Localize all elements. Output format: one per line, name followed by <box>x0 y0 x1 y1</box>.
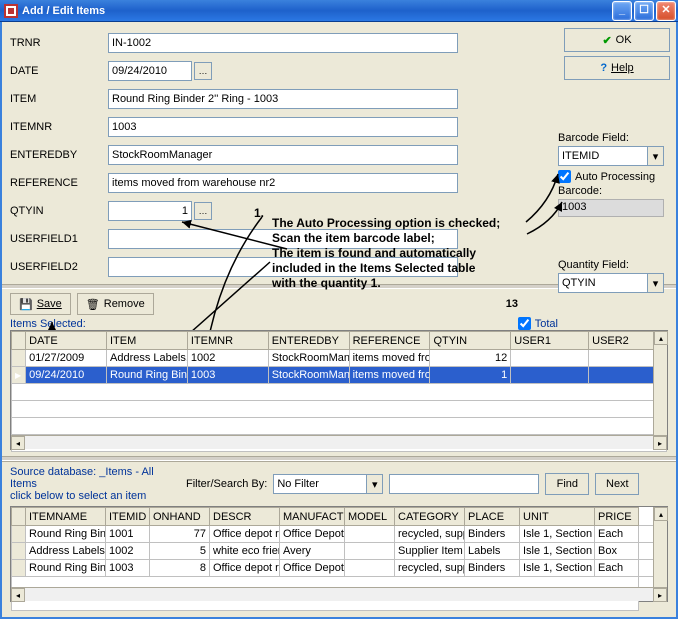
items-selected-header: Items Selected: Total <box>2 317 676 330</box>
toolbar: 💾 Save 🗑 Remove 13 <box>2 289 676 317</box>
find-button[interactable]: Find <box>545 473 589 495</box>
barcode-field-select[interactable]: ITEMID ▾ <box>558 146 664 166</box>
item-field[interactable]: Round Ring Binder 2'' Ring - 1003 <box>108 89 458 109</box>
column-header[interactable]: ITEMNAME <box>26 508 106 526</box>
date-picker-button[interactable]: … <box>194 62 212 80</box>
itemnr-value: 1003 <box>112 121 136 133</box>
remove-button[interactable]: 🗑 Remove <box>77 293 154 315</box>
items-selected-table[interactable]: DATEITEMITEMNRENTEREDBYREFERENCEQTYINUSE… <box>11 331 667 452</box>
column-header[interactable]: MANUFACT <box>280 508 345 526</box>
table-row[interactable]: Address Labels,10025white eco friendAver… <box>12 543 667 560</box>
column-header[interactable]: QTYIN <box>430 332 511 350</box>
trnr-value: IN-1002 <box>112 37 151 49</box>
trash-icon: 🗑 <box>86 298 100 311</box>
dropdown-arrow-icon: ▾ <box>647 147 663 165</box>
enteredby-value: StockRoomManager <box>112 149 212 161</box>
filter-value: No Filter <box>277 478 319 490</box>
remove-label: Remove <box>104 298 145 310</box>
userfield2-field[interactable] <box>108 257 458 277</box>
column-header[interactable]: PLACE <box>465 508 520 526</box>
source-bar: Source database: _Items - All Items clic… <box>2 461 676 506</box>
window-content: ✔ OK ? Help TRNRIN-1002 DATE09/24/2010… … <box>0 22 678 619</box>
quantity-field-label: Quantity Field: <box>558 259 664 271</box>
reference-value: items moved from warehouse nr2 <box>112 177 275 189</box>
minimize-button[interactable]: _ <box>612 1 632 21</box>
auto-processing-checkbox[interactable] <box>558 170 571 183</box>
close-button[interactable]: ✕ <box>656 1 676 21</box>
enteredby-field[interactable]: StockRoomManager <box>108 145 458 165</box>
barcode-field-value: ITEMID <box>562 150 599 162</box>
barcode-value: 1003 <box>562 201 586 213</box>
column-header[interactable]: MODEL <box>345 508 395 526</box>
app-icon <box>4 4 18 18</box>
date-field[interactable]: 09/24/2010 <box>108 61 192 81</box>
column-header[interactable]: CATEGORY <box>395 508 465 526</box>
barcode-field-label: Barcode Field: <box>558 132 664 144</box>
userfield2-label: USERFIELD2 <box>10 261 108 273</box>
source-grid: ITEMNAMEITEMIDONHANDDESCRMANUFACTMODELCA… <box>10 506 668 602</box>
quantity-field-value: QTYIN <box>562 277 596 289</box>
column-header[interactable]: UNIT <box>520 508 595 526</box>
date-label: DATE <box>10 65 108 77</box>
column-header[interactable]: DESCR <box>210 508 280 526</box>
date-value: 09/24/2010 <box>112 65 167 77</box>
barcode-value-box: 1003 <box>558 199 664 217</box>
item-count: 13 <box>506 298 518 310</box>
total-label: Total <box>535 318 558 330</box>
itemnr-field[interactable]: 1003 <box>108 117 458 137</box>
column-header[interactable]: USER1 <box>511 332 589 350</box>
trnr-label: TRNR <box>10 37 108 49</box>
reference-field[interactable]: items moved from warehouse nr2 <box>108 173 458 193</box>
column-header[interactable]: REFERENCE <box>349 332 430 350</box>
trnr-field[interactable]: IN-1002 <box>108 33 458 53</box>
save-icon: 💾 <box>19 298 33 311</box>
vertical-scrollbar[interactable]: ▴ <box>653 507 667 587</box>
reference-label: REFERENCE <box>10 177 108 189</box>
column-header[interactable]: ONHAND <box>150 508 210 526</box>
table-row[interactable]: Round Ring Bin10038Office depot recOffic… <box>12 560 667 577</box>
table-row[interactable]: 01/27/2009Address Labels, 1''1002StockRo… <box>12 350 667 367</box>
table-row[interactable]: Round Ring Bin100177Office depot recOffi… <box>12 526 667 543</box>
column-header[interactable]: ITEMNR <box>187 332 268 350</box>
window-title: Add / Edit Items <box>22 5 610 17</box>
filter-label: Filter/Search By: <box>186 478 267 490</box>
enteredby-label: ENTEREDBY <box>10 149 108 161</box>
horizontal-scrollbar[interactable]: ◂▸ <box>11 435 667 449</box>
title-bar: Add / Edit Items _ ☐ ✕ <box>0 0 678 22</box>
column-header[interactable]: ITEM <box>107 332 188 350</box>
items-selected-grid: DATEITEMITEMNRENTEREDBYREFERENCEQTYINUSE… <box>10 330 668 450</box>
column-header[interactable]: PRICE <box>595 508 639 526</box>
qtyin-field[interactable]: 1 <box>108 201 192 221</box>
userfield1-field[interactable] <box>108 229 458 249</box>
column-header[interactable]: ENTEREDBY <box>268 332 349 350</box>
qtyin-label: QTYIN <box>10 205 108 217</box>
filter-input[interactable] <box>389 474 539 494</box>
source-note: Source database: _Items - All Items clic… <box>10 466 180 502</box>
column-header[interactable]: ITEMID <box>106 508 150 526</box>
items-selected-title: Items Selected: <box>10 318 86 330</box>
qtyin-value: 1 <box>182 205 188 217</box>
filter-select[interactable]: No Filter ▾ <box>273 474 383 494</box>
barcode-label: Barcode: <box>558 185 664 197</box>
barcode-field-group: Barcode Field: ITEMID ▾ Auto Processing B… <box>558 132 664 217</box>
userfield1-label: USERFIELD1 <box>10 233 108 245</box>
quantity-field-select[interactable]: QTYIN ▾ <box>558 273 664 293</box>
next-button[interactable]: Next <box>595 473 639 495</box>
save-label: Save <box>37 298 62 310</box>
qtyin-ellipsis-button[interactable]: … <box>194 202 212 220</box>
quantity-field-group: Quantity Field: QTYIN ▾ <box>558 259 664 293</box>
maximize-button[interactable]: ☐ <box>634 1 654 21</box>
itemnr-label: ITEMNR <box>10 121 108 133</box>
dropdown-arrow-icon: ▾ <box>647 274 663 292</box>
auto-processing-label: Auto Processing <box>575 171 655 183</box>
dropdown-arrow-icon: ▾ <box>366 475 382 493</box>
vertical-scrollbar[interactable]: ▴ <box>653 331 667 435</box>
save-button[interactable]: 💾 Save <box>10 293 71 315</box>
item-value: Round Ring Binder 2'' Ring - 1003 <box>112 93 278 105</box>
table-row[interactable]: ▶09/24/2010Round Ring Binder1003StockRoo… <box>12 367 667 384</box>
horizontal-scrollbar[interactable]: ◂▸ <box>11 587 667 601</box>
total-checkbox[interactable] <box>518 317 531 330</box>
column-header[interactable]: DATE <box>26 332 107 350</box>
item-label: ITEM <box>10 93 108 105</box>
